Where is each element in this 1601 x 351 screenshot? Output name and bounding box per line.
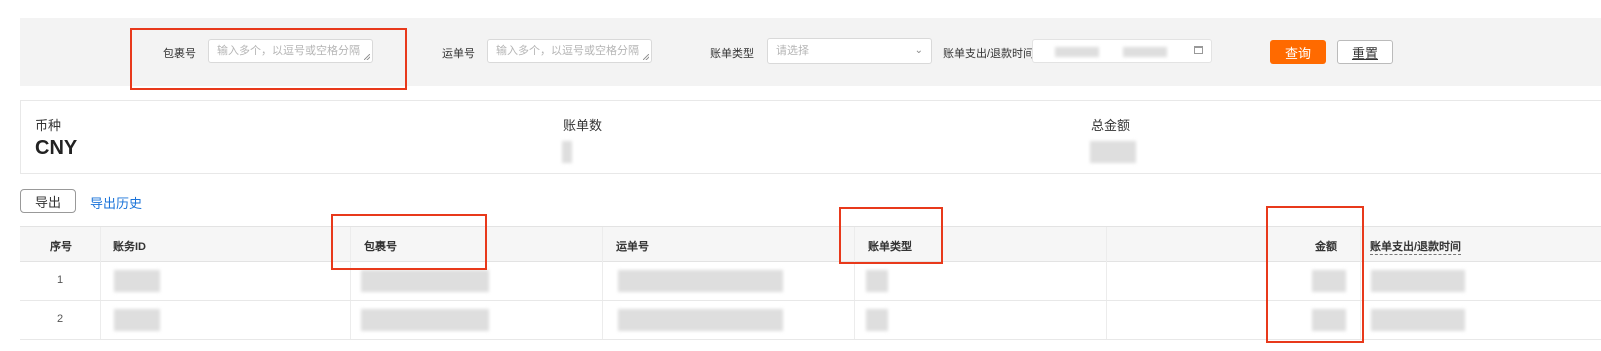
- row-index: 2: [56, 313, 64, 325]
- calendar-icon: [1194, 46, 1203, 54]
- export-history-link[interactable]: 导出历史: [90, 193, 142, 212]
- redacted-waybill-no: [618, 309, 783, 331]
- redacted-time: [1371, 309, 1465, 331]
- col-account-id: 账务ID: [113, 241, 146, 253]
- redacted-parcel-no: [361, 309, 489, 331]
- redacted-account-id: [114, 270, 160, 292]
- total-amount-label: 总金额: [1091, 118, 1131, 133]
- redacted-waybill-no: [618, 270, 783, 292]
- bill-count-label: 账单数: [563, 118, 603, 133]
- waybill-no-input[interactable]: 输入多个，以逗号或空格分隔: [487, 39, 652, 63]
- redacted-bill-type: [866, 309, 888, 331]
- time-label: 账单支出/退款时间: [943, 48, 1035, 60]
- waybill-no-label: 运单号: [442, 48, 475, 60]
- highlight-box-parcel-column: [331, 214, 487, 270]
- bill-type-label: 账单类型: [710, 48, 754, 60]
- highlight-box-amount-column: [1266, 206, 1364, 343]
- summary-panel: 币种 CNY 账单数 总金额: [20, 100, 1601, 174]
- col-waybill-no: 运单号: [616, 241, 649, 253]
- redacted-account-id: [114, 309, 160, 331]
- currency-label: 币种: [35, 118, 62, 133]
- chevron-down-icon: ⌄: [914, 45, 923, 56]
- row-index: 1: [56, 274, 64, 286]
- reset-button[interactable]: 重置: [1337, 40, 1393, 64]
- highlight-box-parcel-filter: [130, 28, 407, 90]
- redacted-parcel-no: [361, 270, 489, 292]
- export-button[interactable]: 导出: [20, 189, 76, 213]
- bill-type-placeholder: 请选择: [776, 45, 809, 57]
- highlight-box-bill-type-column: [839, 207, 943, 264]
- col-index: 序号: [50, 241, 72, 253]
- bill-type-select[interactable]: 请选择 ⌄: [767, 38, 932, 64]
- redacted-date: [1123, 47, 1167, 57]
- col-time: 账单支出/退款时间: [1370, 238, 1462, 255]
- query-button[interactable]: 查询: [1270, 40, 1326, 64]
- time-range-picker[interactable]: [1032, 39, 1212, 63]
- redacted-bill-type: [866, 270, 888, 292]
- currency-value: CNY: [35, 137, 78, 159]
- redacted-date: [1055, 47, 1099, 57]
- redacted-bill-count: [562, 141, 572, 163]
- redacted-time: [1371, 270, 1465, 292]
- redacted-total-amount: [1090, 141, 1136, 163]
